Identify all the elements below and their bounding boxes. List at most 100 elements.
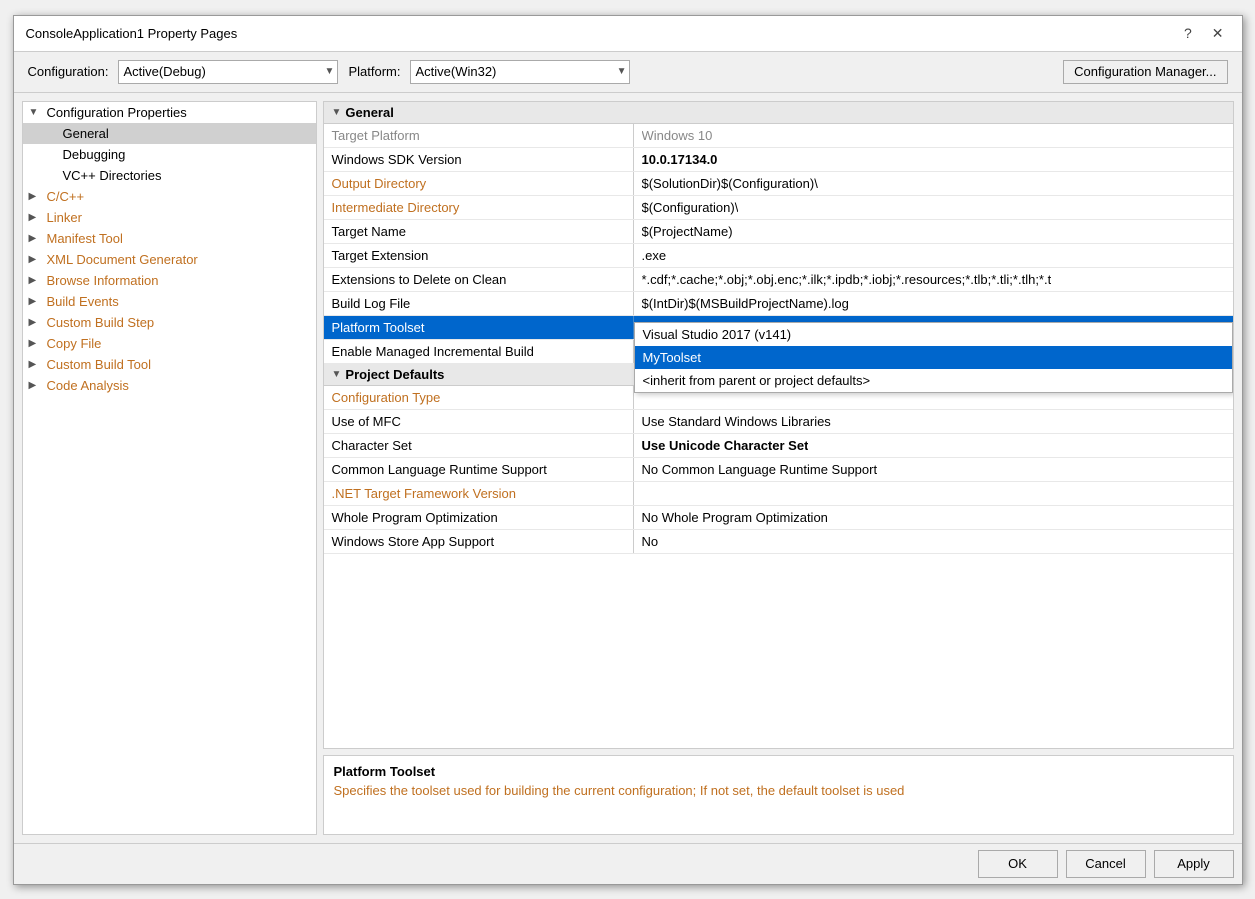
- prop-value-windows-sdk: 10.0.17134.0: [634, 148, 1233, 171]
- prop-name-output-dir: Output Directory: [324, 172, 634, 195]
- prop-name-intermediate-dir: Intermediate Directory: [324, 196, 634, 219]
- dropdown-option-mytoolset[interactable]: MyToolset: [635, 346, 1232, 369]
- project-defaults-chevron: ▼: [332, 369, 342, 380]
- sidebar-item-custom-build-step[interactable]: ▶ Custom Build Step: [23, 312, 316, 333]
- config-bar: Configuration: Active(Debug) ▼ Platform:…: [14, 52, 1242, 93]
- sidebar-item-copy-file[interactable]: ▶ Copy File: [23, 333, 316, 354]
- properties-area: ▼ General Target Platform Windows 10 Win…: [323, 101, 1234, 749]
- general-section-label: General: [345, 105, 393, 120]
- manifest-expand: ▶: [29, 233, 43, 244]
- dropdown-option-vs2017[interactable]: Visual Studio 2017 (v141): [635, 323, 1232, 346]
- ok-button[interactable]: OK: [978, 850, 1058, 878]
- prop-value-net-target: [634, 482, 1233, 505]
- sidebar-item-manifest-tool[interactable]: ▶ Manifest Tool: [23, 228, 316, 249]
- prop-name-windows-sdk: Windows SDK Version: [324, 148, 634, 171]
- dropdown-option-inherit[interactable]: <inherit from parent or project defaults…: [635, 369, 1232, 392]
- dialog-title: ConsoleApplication1 Property Pages: [26, 26, 238, 41]
- sidebar-item-general[interactable]: General: [23, 123, 316, 144]
- sidebar-item-code-analysis[interactable]: ▶ Code Analysis: [23, 375, 316, 396]
- description-area: Platform Toolset Specifies the toolset u…: [323, 755, 1234, 835]
- prop-value-target-platform: Windows 10: [634, 124, 1233, 147]
- prop-value-ext-delete: *.cdf;*.cache;*.obj;*.obj.enc;*.ilk;*.ip…: [634, 268, 1233, 291]
- prop-target-ext[interactable]: Target Extension .exe: [324, 244, 1233, 268]
- prop-target-platform: Target Platform Windows 10: [324, 124, 1233, 148]
- prop-value-win-store: No: [634, 530, 1233, 553]
- sidebar-root-label: Configuration Properties: [47, 105, 187, 120]
- prop-win-store[interactable]: Windows Store App Support No: [324, 530, 1233, 554]
- general-section-header: ▼ General: [324, 102, 1233, 124]
- prop-windows-sdk: Windows SDK Version 10.0.17134.0: [324, 148, 1233, 172]
- sidebar-item-xml-doc[interactable]: ▶ XML Document Generator: [23, 249, 316, 270]
- cancel-button[interactable]: Cancel: [1066, 850, 1146, 878]
- prop-char-set[interactable]: Character Set Use Unicode Character Set: [324, 434, 1233, 458]
- sidebar-item-custom-build-tool[interactable]: ▶ Custom Build Tool: [23, 354, 316, 375]
- prop-name-target-platform: Target Platform: [324, 124, 634, 147]
- custom-build-expand: ▶: [29, 317, 43, 328]
- prop-output-dir[interactable]: Output Directory $(SolutionDir)$(Configu…: [324, 172, 1233, 196]
- prop-name-build-log: Build Log File: [324, 292, 634, 315]
- button-bar: OK Cancel Apply: [14, 843, 1242, 884]
- prop-intermediate-dir[interactable]: Intermediate Directory $(Configuration)\: [324, 196, 1233, 220]
- prop-name-char-set: Character Set: [324, 434, 634, 457]
- sidebar: ▼ Configuration Properties General Debug…: [22, 101, 317, 835]
- sidebar-item-browse-info[interactable]: ▶ Browse Information: [23, 270, 316, 291]
- close-button[interactable]: ✕: [1206, 23, 1230, 44]
- prop-value-char-set: Use Unicode Character Set: [634, 434, 1233, 457]
- apply-button[interactable]: Apply: [1154, 850, 1234, 878]
- prop-name-config-type: Configuration Type: [324, 386, 634, 409]
- prop-clr-support[interactable]: Common Language Runtime Support No Commo…: [324, 458, 1233, 482]
- description-text: Specifies the toolset used for building …: [334, 783, 1223, 798]
- xml-expand: ▶: [29, 254, 43, 265]
- copy-file-expand: ▶: [29, 338, 43, 349]
- properties-scroll[interactable]: ▼ General Target Platform Windows 10 Win…: [324, 102, 1233, 748]
- build-events-expand: ▶: [29, 296, 43, 307]
- linker-expand: ▶: [29, 212, 43, 223]
- prop-name-ext-delete: Extensions to Delete on Clean: [324, 268, 634, 291]
- property-pages-dialog: ConsoleApplication1 Property Pages ? ✕ C…: [13, 15, 1243, 885]
- prop-name-net-target: .NET Target Framework Version: [324, 482, 634, 505]
- prop-name-target-name: Target Name: [324, 220, 634, 243]
- browse-expand: ▶: [29, 275, 43, 286]
- prop-value-target-ext: .exe: [634, 244, 1233, 267]
- prop-name-enable-managed: Enable Managed Incremental Build: [324, 340, 634, 363]
- sidebar-item-vc-directories[interactable]: VC++ Directories: [23, 165, 316, 186]
- prop-value-wpo: No Whole Program Optimization: [634, 506, 1233, 529]
- prop-target-name[interactable]: Target Name $(ProjectName): [324, 220, 1233, 244]
- description-title: Platform Toolset: [334, 764, 1223, 779]
- config-select[interactable]: Active(Debug): [118, 60, 338, 84]
- prop-ext-delete[interactable]: Extensions to Delete on Clean *.cdf;*.ca…: [324, 268, 1233, 292]
- prop-name-platform-toolset: Platform Toolset: [324, 316, 634, 339]
- prop-build-log[interactable]: Build Log File $(IntDir)$(MSBuildProject…: [324, 292, 1233, 316]
- sidebar-item-config-properties[interactable]: ▼ Configuration Properties: [23, 102, 316, 123]
- platform-toolset-dropdown: Visual Studio 2017 (v141) MyToolset <inh…: [634, 322, 1233, 393]
- help-button[interactable]: ?: [1178, 23, 1198, 43]
- prop-name-clr-support: Common Language Runtime Support: [324, 458, 634, 481]
- sidebar-item-linker[interactable]: ▶ Linker: [23, 207, 316, 228]
- code-analysis-expand: ▶: [29, 380, 43, 391]
- prop-name-wpo: Whole Program Optimization: [324, 506, 634, 529]
- c-cpp-expand: ▶: [29, 191, 43, 202]
- config-manager-button[interactable]: Configuration Manager...: [1063, 60, 1227, 84]
- platform-select[interactable]: Active(Win32): [410, 60, 630, 84]
- main-content: ▼ Configuration Properties General Debug…: [14, 93, 1242, 843]
- platform-label: Platform:: [348, 64, 400, 79]
- prop-wpo[interactable]: Whole Program Optimization No Whole Prog…: [324, 506, 1233, 530]
- prop-value-use-mfc: Use Standard Windows Libraries: [634, 410, 1233, 433]
- prop-value-output-dir: $(SolutionDir)$(Configuration)\: [634, 172, 1233, 195]
- prop-value-intermediate-dir: $(Configuration)\: [634, 196, 1233, 219]
- prop-use-mfc[interactable]: Use of MFC Use Standard Windows Librarie…: [324, 410, 1233, 434]
- sidebar-item-c-cpp[interactable]: ▶ C/C++: [23, 186, 316, 207]
- sidebar-item-build-events[interactable]: ▶ Build Events: [23, 291, 316, 312]
- prop-name-target-ext: Target Extension: [324, 244, 634, 267]
- prop-net-target[interactable]: .NET Target Framework Version: [324, 482, 1233, 506]
- prop-value-target-name: $(ProjectName): [634, 220, 1233, 243]
- title-bar: ConsoleApplication1 Property Pages ? ✕: [14, 16, 1242, 52]
- custom-tool-expand: ▶: [29, 359, 43, 370]
- prop-value-clr-support: No Common Language Runtime Support: [634, 458, 1233, 481]
- sidebar-item-debugging[interactable]: Debugging: [23, 144, 316, 165]
- config-label: Configuration:: [28, 64, 109, 79]
- config-select-wrapper: Active(Debug) ▼: [118, 60, 338, 84]
- prop-name-use-mfc: Use of MFC: [324, 410, 634, 433]
- prop-value-build-log: $(IntDir)$(MSBuildProjectName).log: [634, 292, 1233, 315]
- general-section-chevron: ▼: [332, 107, 342, 118]
